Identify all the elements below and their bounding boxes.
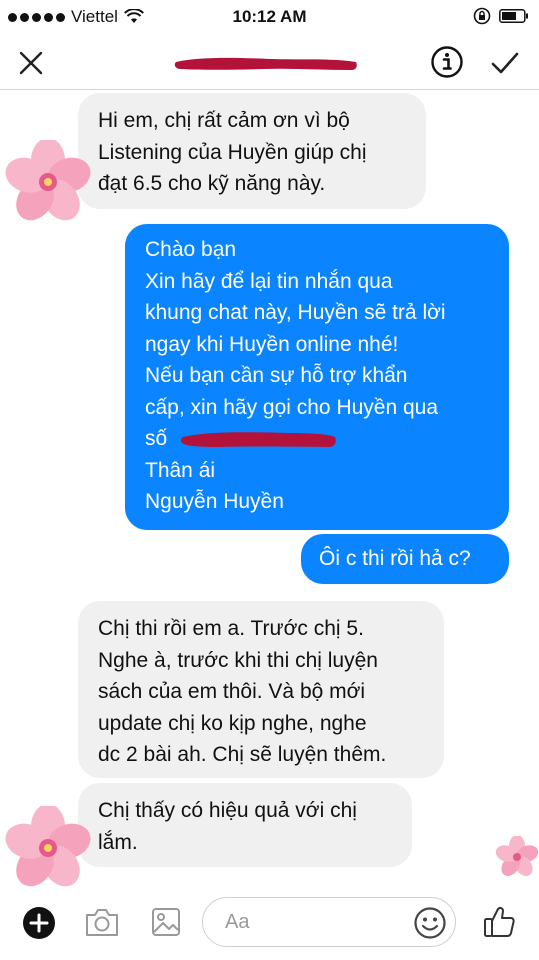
emoji-icon[interactable]: [413, 906, 447, 940]
phone-number-redacted: [180, 432, 336, 447]
photo-icon[interactable]: [150, 906, 182, 938]
message-bubble-incoming[interactable]: Chị thi rồi em a. Trước chị 5. Nghe à, t…: [78, 601, 444, 778]
checkmark-icon[interactable]: [488, 46, 522, 80]
message-line: đạt 6.5 cho kỹ năng này.: [98, 172, 326, 195]
message-line: số: [145, 423, 489, 455]
message-input[interactable]: Aa: [202, 897, 456, 947]
message-bubble-outgoing[interactable]: Ôi c thi rồi hả c?: [301, 534, 509, 584]
flower-sticker-icon: [496, 836, 539, 876]
message-line: Nghe à, trước khi thi chị luyện: [98, 648, 378, 672]
plus-icon[interactable]: [22, 906, 56, 940]
message-composer: Aa: [0, 890, 539, 960]
message-line: khung chat này, Huyền sẽ trả lời: [145, 301, 446, 324]
camera-icon[interactable]: [84, 906, 120, 938]
message-line: Chị thi rồi em a. Trước chị 5.: [98, 617, 364, 640]
message-line: Chào bạn: [145, 238, 237, 261]
thumbs-up-icon[interactable]: [482, 904, 516, 940]
battery-icon: [499, 9, 528, 23]
message-line: Ôi c thi rồi hả c?: [319, 547, 471, 570]
info-icon[interactable]: [430, 45, 464, 79]
lock-rotation-icon: [473, 7, 491, 25]
status-time: 10:12 AM: [232, 7, 307, 26]
status-bar: Viettel 10:12 AM: [0, 0, 539, 34]
phone-prefix: số: [145, 427, 168, 450]
message-bubble-outgoing[interactable]: Chào bạn Xin hãy để lại tin nhắn qua khu…: [125, 224, 509, 530]
message-line: Listening của Huyền giúp chị: [98, 140, 367, 164]
message-line: Hi em, chị rất cảm ơn vì bộ: [98, 109, 350, 132]
message-line: lắm.: [98, 830, 138, 854]
message-line: Nếu bạn cần sự hỗ trợ khẩn: [145, 364, 408, 387]
status-right: [473, 7, 529, 25]
message-line: update chị ko kịp nghe, nghe: [98, 711, 367, 735]
close-icon[interactable]: [14, 46, 48, 80]
conversation-header: [0, 34, 539, 90]
flower-sticker-icon: [5, 806, 91, 887]
message-bubble-incoming[interactable]: Hi em, chị rất cảm ơn vì bộ Listening củ…: [78, 93, 426, 209]
message-line: Chị thấy có hiệu quả với chị: [98, 799, 357, 822]
message-line: Nguyễn Huyền: [145, 490, 284, 513]
message-line: sách của em thôi. Và bộ mới: [98, 680, 366, 703]
flower-sticker-icon: [5, 140, 91, 221]
message-bubble-incoming[interactable]: Chị thấy có hiệu quả với chị lắm.: [78, 783, 412, 867]
message-line: dc 2 bài ah. Chị sẽ luyện thêm.: [98, 743, 387, 766]
message-line: ngay khi Huyền online nhé!: [145, 332, 399, 356]
message-line: cấp, xin hãy gọi cho Huyền qua: [145, 395, 439, 419]
message-input-placeholder: Aa: [225, 911, 250, 933]
contact-name-redacted: [174, 57, 357, 70]
message-line: Thân ái: [145, 458, 216, 482]
message-line: Xin hãy để lại tin nhắn qua: [145, 269, 393, 293]
